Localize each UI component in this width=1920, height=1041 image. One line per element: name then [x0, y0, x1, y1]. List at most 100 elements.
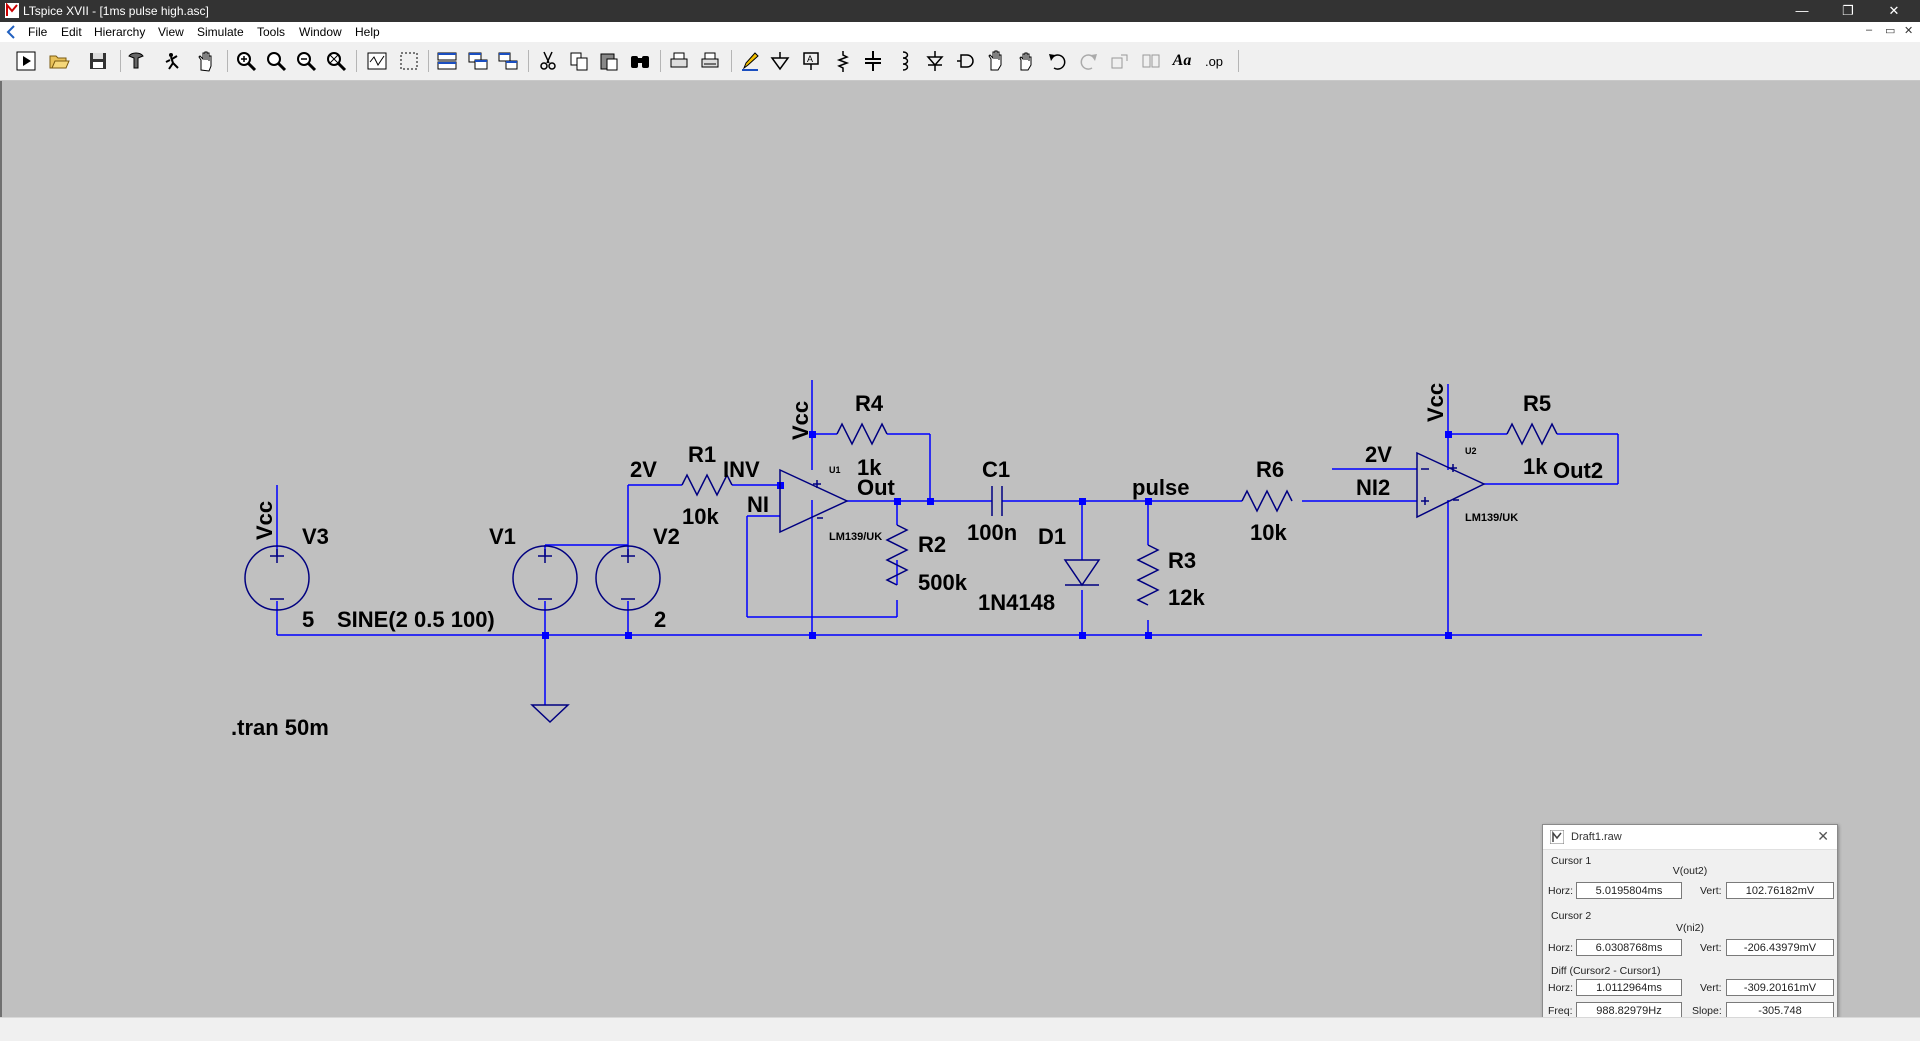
ground-icon[interactable] — [767, 48, 793, 74]
menu-simulate[interactable]: Simulate — [197, 25, 244, 39]
mirror-icon[interactable] — [1138, 48, 1164, 74]
tile-horizontal-icon[interactable] — [434, 48, 460, 74]
cursor-window[interactable]: Draft1.raw ✕ Cursor 1 V(out2) Horz: 5.01… — [1542, 824, 1838, 1029]
label-r6-value: 10k — [1250, 520, 1287, 545]
net-label-inv: INV — [723, 457, 760, 482]
net-label-2v-a: 2V — [630, 457, 657, 482]
cursor1-horz-label: Horz: — [1548, 885, 1574, 897]
plot-settings-icon[interactable] — [364, 48, 390, 74]
zoom-area-icon[interactable] — [263, 48, 289, 74]
draw-wire-icon[interactable] — [737, 48, 763, 74]
mdi-restore-button[interactable]: ▭ — [1885, 24, 1895, 37]
label-u2-model: LM139/UK — [1465, 512, 1518, 524]
halt-icon[interactable] — [160, 48, 186, 74]
label-r4: R4 — [855, 391, 884, 416]
find-icon[interactable] — [627, 48, 653, 74]
net-label-out: Out — [857, 475, 896, 500]
copy-icon[interactable] — [566, 48, 592, 74]
diff-vert-field[interactable]: -309.20161mV — [1726, 979, 1834, 996]
cursor2-section-label: Cursor 2 — [1551, 910, 1592, 922]
title-bar: LTspice XVII - [1ms pulse high.asc] — ❐ … — [0, 0, 1920, 22]
component-icon[interactable] — [953, 48, 979, 74]
print-icon[interactable] — [666, 48, 692, 74]
cursor1-trace-name: V(out2) — [1672, 865, 1708, 877]
resistor-icon[interactable] — [830, 48, 856, 74]
menu-window[interactable]: Window — [299, 25, 342, 39]
cursor2-horz-label: Horz: — [1548, 942, 1574, 954]
resistor-r3 — [1136, 544, 1160, 606]
menu-tools[interactable]: Tools — [257, 25, 285, 39]
menu-help[interactable]: Help — [355, 25, 380, 39]
undo-icon[interactable] — [1045, 48, 1071, 74]
menu-view[interactable]: View — [158, 25, 184, 39]
label-r3: R3 — [1168, 548, 1196, 573]
label-c1: C1 — [982, 457, 1010, 482]
capacitor-icon[interactable] — [860, 48, 886, 74]
maximize-button[interactable]: ❐ — [1825, 0, 1871, 22]
print-preview-icon[interactable] — [697, 48, 723, 74]
cursor2-vert-label: Vert: — [1700, 942, 1722, 954]
cursor1-horz-field[interactable]: 5.0195804ms — [1576, 882, 1682, 899]
minimize-button[interactable]: — — [1779, 0, 1825, 22]
diff-section-label: Diff (Cursor2 - Cursor1) — [1551, 965, 1661, 977]
diode-icon[interactable] — [922, 48, 948, 74]
label-v3: V3 — [302, 524, 329, 549]
cursor-window-titlebar[interactable]: Draft1.raw ✕ — [1543, 825, 1837, 850]
cursor-window-close-button[interactable]: ✕ — [1817, 828, 1829, 845]
label-u2: U2 — [1465, 446, 1477, 456]
close-button[interactable]: ✕ — [1871, 0, 1917, 22]
ground-symbol — [530, 704, 570, 724]
save-icon[interactable] — [85, 48, 111, 74]
cascade-icon[interactable] — [495, 48, 521, 74]
menu-hierarchy[interactable]: Hierarchy — [94, 25, 145, 39]
status-bar — [0, 1017, 1920, 1041]
pan-icon[interactable] — [193, 48, 219, 74]
paste-icon[interactable] — [596, 48, 622, 74]
autoscale-icon[interactable] — [396, 48, 422, 74]
menu-edit[interactable]: Edit — [61, 25, 82, 39]
cursor2-vert-field[interactable]: -206.43979mV — [1726, 939, 1834, 956]
opamp-u1 — [779, 468, 849, 534]
label-r5: R5 — [1523, 391, 1551, 416]
run-icon[interactable] — [13, 48, 39, 74]
move-icon[interactable] — [984, 48, 1010, 74]
cut-icon[interactable] — [535, 48, 561, 74]
schematic-canvas[interactable]: Vcc V3 5 V1 SINE(2 0.5 100) V2 2 2V R1 1… — [0, 81, 1920, 1029]
diff-slope-label: Slope: — [1692, 1005, 1722, 1017]
menu-file[interactable]: File — [28, 25, 47, 39]
redo-icon[interactable] — [1075, 48, 1101, 74]
cursor1-vert-field[interactable]: 102.76182mV — [1726, 882, 1834, 899]
document-icon[interactable] — [5, 25, 17, 39]
diff-vert-label: Vert: — [1700, 982, 1722, 994]
zoom-in-icon[interactable] — [233, 48, 259, 74]
label-u1: U1 — [829, 465, 841, 475]
text-icon[interactable]: Aa — [1169, 48, 1195, 74]
vcc-label-v3: Vcc — [252, 501, 277, 540]
control-panel-icon[interactable] — [123, 48, 149, 74]
capacitor-c1 — [991, 486, 1003, 516]
diff-horz-field[interactable]: 1.0112964ms — [1576, 979, 1682, 996]
tile-vertical-icon[interactable] — [465, 48, 491, 74]
label-net-icon[interactable]: A — [798, 48, 824, 74]
rotate-icon[interactable] — [1107, 48, 1133, 74]
resistor-r4 — [836, 422, 888, 446]
svg-text:A: A — [807, 54, 813, 64]
drag-icon[interactable] — [1014, 48, 1040, 74]
mdi-minimize-button[interactable]: – — [1866, 24, 1872, 36]
diode-d1 — [1063, 559, 1101, 587]
open-icon[interactable] — [46, 48, 72, 74]
diff-freq-label: Freq: — [1548, 1005, 1573, 1017]
cursor2-horz-field[interactable]: 6.0308768ms — [1576, 939, 1682, 956]
label-v1: V1 — [489, 524, 516, 549]
label-r2: R2 — [918, 532, 946, 557]
mdi-close-button[interactable]: ✕ — [1904, 24, 1913, 37]
inductor-icon[interactable] — [891, 48, 917, 74]
zoom-fit-icon[interactable] — [323, 48, 349, 74]
menu-bar: File Edit Hierarchy View Simulate Tools … — [0, 22, 1920, 42]
net-label-pulse: pulse — [1132, 475, 1189, 500]
label-r5-value: 1k — [1523, 454, 1548, 479]
zoom-out-icon[interactable] — [293, 48, 319, 74]
label-r1-value: 10k — [682, 504, 719, 529]
spice-directive-icon[interactable]: .op — [1201, 48, 1227, 74]
label-r1: R1 — [688, 442, 716, 467]
